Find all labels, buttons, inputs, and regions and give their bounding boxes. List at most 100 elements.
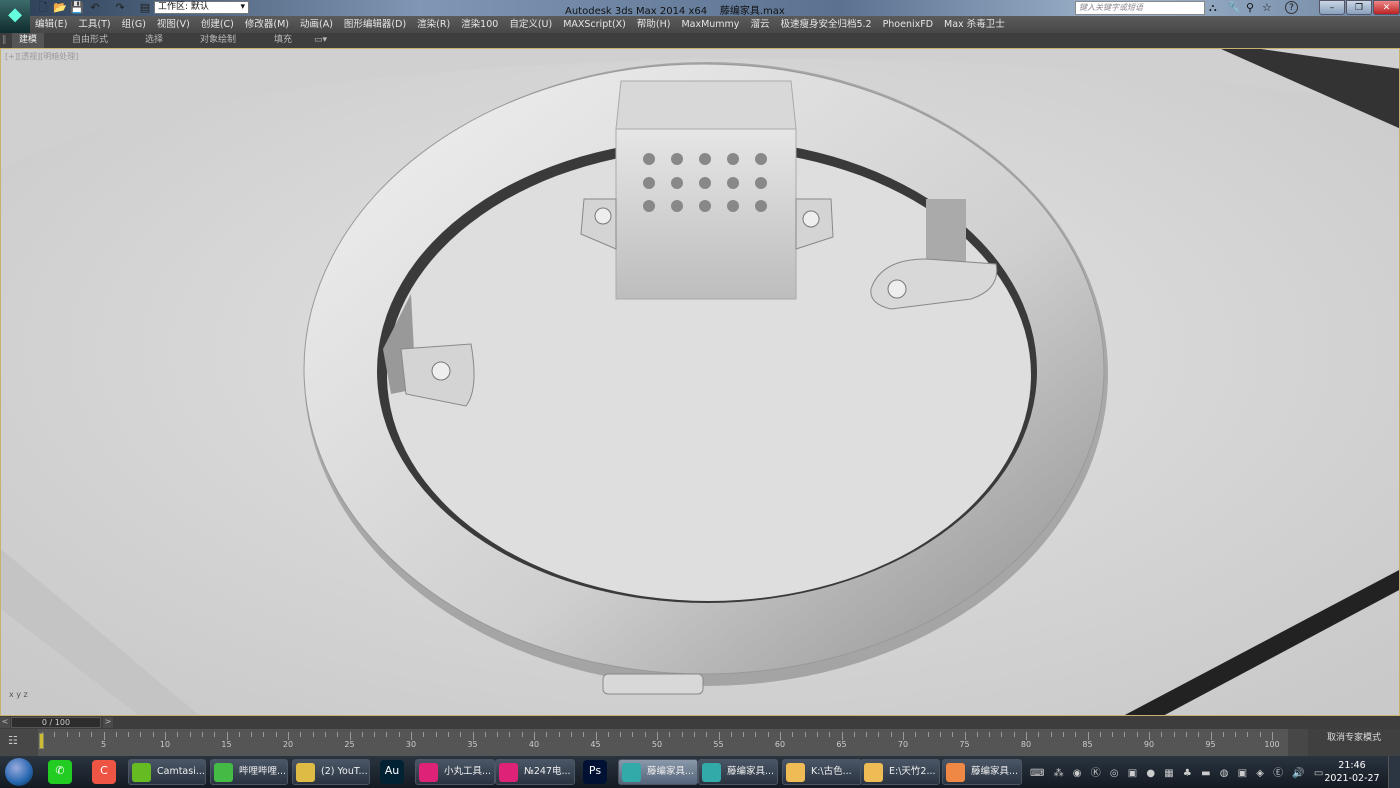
frame-tick (54, 732, 56, 737)
camtasia-recorder-icon[interactable]: C (92, 760, 116, 784)
taskbar-window[interactable]: 藤编家具... (618, 759, 698, 785)
binoculars-icon[interactable]: ⛬ (1209, 1, 1217, 15)
ribbon-options-icon[interactable]: ▭▾ (314, 33, 327, 48)
app-icon (864, 763, 883, 782)
menu-item[interactable]: 编辑(E) (30, 16, 72, 33)
audition-icon[interactable]: Au (380, 760, 404, 784)
frame-tick (1210, 732, 1212, 740)
open-file-icon[interactable]: 📂 (53, 1, 67, 15)
time-marker[interactable] (39, 733, 44, 749)
taskbar-window-label: №247电... (524, 766, 571, 777)
track-bar[interactable]: ☷ 05101520253035404550556065707580859095… (0, 729, 1400, 756)
save-icon[interactable]: 💾 (70, 1, 84, 15)
taskbar-window[interactable]: Camtasi... (128, 759, 206, 785)
taskbar-window-label: 小丸工具... (444, 766, 492, 777)
frame-label: 55 (713, 740, 724, 749)
menu-item[interactable]: 帮助(H) (632, 16, 676, 33)
frame-label: 95 (1205, 740, 1216, 749)
ribbon-tab[interactable]: 填充 (274, 33, 292, 48)
menu-item[interactable]: 工具(T) (73, 16, 115, 33)
help-button[interactable]: ? (1285, 1, 1298, 14)
menu-item[interactable]: PhoenixFD (878, 16, 938, 33)
menu-item[interactable]: 极速瘦身安全归档5.2 (775, 16, 876, 33)
frame-tick (853, 732, 855, 737)
wechat-icon[interactable]: ✆ (48, 760, 72, 784)
taskbar-window[interactable]: (2) YouT... (292, 759, 370, 785)
close-button[interactable]: ✕ (1373, 0, 1400, 15)
ribbon-grip[interactable]: ‖ (2, 33, 7, 48)
ribbon-tab[interactable]: 自由形式 (72, 33, 108, 48)
menu-item[interactable]: 视图(V) (152, 16, 195, 33)
taskbar-window[interactable]: E:\天竹2... (860, 759, 940, 785)
frame-tick (755, 732, 757, 737)
taskbar-window[interactable]: K:\古色... (782, 759, 862, 785)
frame-tick (484, 732, 486, 737)
menu-item[interactable]: 组(G) (117, 16, 151, 33)
workspace-dropdown[interactable]: 工作区: 默认 ▾ (154, 1, 249, 14)
frame-ruler[interactable]: 0510152025303540455055606570758085909510… (38, 729, 1288, 756)
taskbar-window[interactable]: 哔哩哔哩... (210, 759, 288, 785)
perspective-viewport[interactable]: [+][透视][明暗处理] x y z (0, 48, 1400, 716)
system-tray-icons[interactable]: ⌨ ⁂ ◉ Ⓚ ◎ ▣ ● ▦ ♣ ▬ ◍ ▣ ◈ Ⓔ 🔊 ▭ (1030, 764, 1326, 779)
start-button[interactable] (5, 758, 33, 786)
menu-item[interactable]: 渲染100 (456, 16, 503, 33)
time-slider[interactable]: < 0 / 100 > (0, 716, 1400, 729)
new-file-icon[interactable]: 🗋 (36, 1, 50, 15)
search-input[interactable]: 键入关键字或短语 (1075, 1, 1205, 15)
menu-item[interactable]: 图形编辑器(D) (339, 16, 411, 33)
ribbon-tab[interactable]: 选择 (145, 33, 163, 48)
frame-tick (288, 732, 289, 740)
time-slider-thumb[interactable]: 0 / 100 (11, 717, 101, 728)
taskbar-window[interactable]: 藤编家具... (942, 759, 1022, 785)
frame-tick (447, 732, 449, 737)
app-icon (214, 763, 233, 782)
star-icon[interactable]: ☆ (1262, 1, 1272, 14)
prev-frame-button[interactable]: < (0, 717, 10, 728)
communication-icon[interactable]: ⚲ (1246, 1, 1254, 14)
menu-item[interactable]: 渲染(R) (412, 16, 455, 33)
ribbon-tab[interactable]: 对象绘制 (200, 33, 236, 48)
frame-tick (1112, 732, 1114, 737)
viewport-label[interactable]: [+][透视][明暗处理] (5, 51, 78, 62)
restore-button[interactable]: ❐ (1346, 0, 1372, 15)
frame-tick (1013, 732, 1015, 737)
curve-editor-icon[interactable]: ☷ (8, 734, 18, 747)
project-folder-icon[interactable]: ▤ (138, 1, 152, 15)
menu-item[interactable]: 动画(A) (295, 16, 338, 33)
taskbar-window[interactable]: 小丸工具... (415, 759, 495, 785)
frame-label: 80 (1020, 740, 1032, 749)
frame-tick (693, 732, 695, 737)
menu-item[interactable]: Max 杀毒卫士 (939, 16, 1010, 33)
frame-tick (1272, 732, 1273, 740)
frame-label: 100 (1264, 740, 1280, 749)
frame-tick (497, 732, 499, 737)
taskbar-window[interactable]: №247电... (495, 759, 575, 785)
menu-item[interactable]: 修改器(M) (240, 16, 294, 33)
frame-tick (570, 732, 572, 737)
ribbon-tab[interactable]: 建模 (12, 33, 45, 48)
frame-tick (398, 732, 400, 737)
minimize-button[interactable]: – (1319, 0, 1345, 15)
menu-item[interactable]: MaxMummy (676, 16, 744, 33)
undo-icon[interactable]: ↶ (88, 1, 102, 15)
frame-tick (534, 732, 535, 740)
clock[interactable]: 21:46 2021-02-27 (1322, 759, 1382, 785)
screw-icon (431, 361, 451, 381)
menu-item[interactable]: 创建(C) (196, 16, 239, 33)
frame-tick (1062, 732, 1064, 737)
photoshop-icon[interactable]: Ps (583, 760, 607, 784)
menu-item[interactable]: 溜云 (745, 16, 774, 33)
frame-tick (435, 732, 437, 737)
redo-icon[interactable]: ↷ (113, 1, 127, 15)
app-logo-menu[interactable]: ◆ (0, 0, 30, 33)
frame-tick (337, 732, 339, 737)
cancel-expert-mode-button[interactable]: 取消专家模式 (1308, 729, 1400, 756)
wrench-icon[interactable]: 🔧 (1227, 1, 1241, 14)
next-frame-button[interactable]: > (103, 717, 113, 728)
taskbar-window[interactable]: 藤编家具... (698, 759, 778, 785)
frame-tick (91, 732, 93, 737)
show-desktop-button[interactable] (1388, 756, 1400, 788)
frame-tick (976, 732, 978, 737)
menu-item[interactable]: 自定义(U) (504, 16, 557, 33)
menu-item[interactable]: MAXScript(X) (558, 16, 631, 33)
